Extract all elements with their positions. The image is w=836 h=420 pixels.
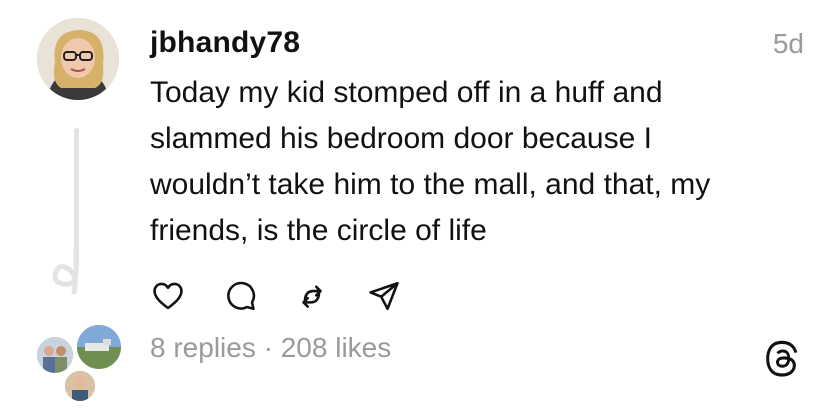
threads-logo-icon[interactable] <box>764 340 802 378</box>
post-card: jbhandy78 5d Today my kid stomped off in… <box>0 0 836 420</box>
username[interactable]: jbhandy78 <box>150 26 300 60</box>
comment-icon <box>227 281 256 311</box>
share-icon <box>369 281 399 311</box>
stats-separator: · <box>255 332 281 363</box>
like-button[interactable] <box>150 278 186 314</box>
author-avatar[interactable] <box>37 18 119 100</box>
action-bar <box>150 276 402 316</box>
repost-button[interactable] <box>294 278 330 314</box>
reply-avatar-image <box>65 371 95 401</box>
heart-icon <box>153 282 183 310</box>
post-time: 5d <box>772 28 804 59</box>
replies-count[interactable]: 8 replies <box>150 332 256 363</box>
repost-icon <box>302 285 322 308</box>
thread-line <box>74 128 79 268</box>
reply-avatar <box>74 322 124 372</box>
author-avatar-image <box>37 18 119 100</box>
likes-count[interactable]: 208 likes <box>281 332 392 363</box>
reply-avatar-image <box>37 337 73 373</box>
reply-avatars <box>34 322 124 404</box>
post-stats: 8 replies · 208 likes <box>150 332 391 364</box>
reply-avatar <box>62 368 98 404</box>
reply-avatar-image <box>77 325 121 369</box>
share-button[interactable] <box>366 278 402 314</box>
reply-button[interactable] <box>222 278 258 314</box>
post-text: Today my kid stomped off in a huff and s… <box>150 76 711 247</box>
thread-curl <box>52 248 79 294</box>
